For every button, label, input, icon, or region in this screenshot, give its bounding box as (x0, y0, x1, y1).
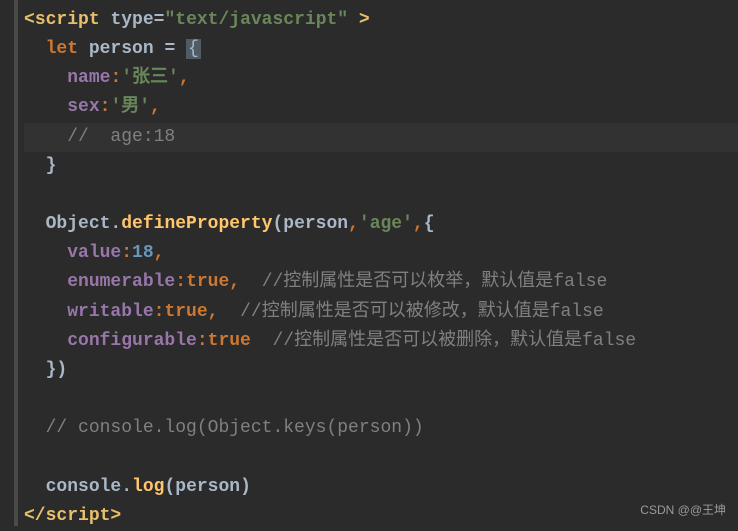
blank-line (24, 181, 738, 210)
watermark: CSDN @@王坤 (640, 501, 726, 520)
code-line: } (24, 152, 738, 181)
boolean: true (208, 331, 251, 351)
code-line: writable:true, //控制属性是否可以被修改，默认值是false (24, 298, 738, 327)
identifier: person (283, 214, 348, 234)
dot: . (121, 477, 132, 497)
comma: , (208, 302, 219, 322)
comma: , (179, 68, 190, 88)
comment: //控制属性是否可以被删除，默认值是false (272, 331, 636, 351)
cursor-highlight: { (186, 39, 201, 59)
paren: ) (240, 477, 251, 497)
colon: : (175, 272, 186, 292)
code-line: enumerable:true, //控制属性是否可以枚举，默认值是false (24, 268, 738, 297)
comment: //控制属性是否可以被修改，默认值是false (240, 302, 604, 322)
prop-key: configurable (67, 331, 197, 351)
comment: // console.log(Object.keys(person)) (46, 418, 424, 438)
comment: // age:18 (67, 127, 175, 147)
brace: { (424, 214, 435, 234)
prop-key: value (67, 243, 121, 263)
console-ident: console (46, 477, 122, 497)
method: defineProperty (121, 214, 272, 234)
code-editor: <script type="text/javascript" > let per… (14, 0, 738, 526)
comment: //控制属性是否可以枚举，默认值是false (262, 272, 608, 292)
string-val: 'age' (359, 214, 413, 234)
code-line: sex:'男', (24, 93, 738, 122)
brace: } (46, 360, 57, 380)
code-line: </script> (24, 502, 738, 531)
prop-key: writable (67, 302, 153, 322)
prop-key: sex (67, 97, 99, 117)
prop-key: name (67, 68, 110, 88)
code-line: }) (24, 356, 738, 385)
comma: , (154, 243, 165, 263)
comma: , (348, 214, 359, 234)
paren: ( (164, 477, 175, 497)
string-val: '张三' (121, 68, 179, 88)
boolean: true (186, 272, 229, 292)
number: 18 (132, 243, 154, 263)
code-line: Object.defineProperty(person,'age',{ (24, 210, 738, 239)
angle-bracket: > (110, 506, 121, 526)
equals: = (154, 10, 165, 30)
colon: : (121, 243, 132, 263)
colon: : (100, 97, 111, 117)
code-line-active: // age:18 (24, 123, 738, 152)
angle-bracket: < (24, 10, 35, 30)
tag-name: script (46, 506, 111, 526)
blank-line (24, 385, 738, 414)
comma: , (229, 272, 240, 292)
blank-line (24, 443, 738, 472)
angle-bracket: > (348, 10, 370, 30)
paren: ( (272, 214, 283, 234)
colon: : (110, 68, 121, 88)
method: log (132, 477, 164, 497)
identifier: person (89, 39, 154, 59)
identifier: person (175, 477, 240, 497)
object-ident: Object (46, 214, 111, 234)
assign: = (154, 39, 186, 59)
string-val: '男' (110, 97, 150, 117)
code-line: configurable:true //控制属性是否可以被删除，默认值是fals… (24, 327, 738, 356)
brace: } (46, 156, 57, 176)
keyword-let: let (46, 39, 78, 59)
angle-bracket: </ (24, 506, 46, 526)
dot: . (110, 214, 121, 234)
code-line: console.log(person) (24, 473, 738, 502)
code-line: <script type="text/javascript" > (24, 6, 738, 35)
code-line: let person = { (24, 35, 738, 64)
prop-key: enumerable (67, 272, 175, 292)
attr-name: type (110, 10, 153, 30)
code-line: name:'张三', (24, 64, 738, 93)
attr-value: "text/javascript" (164, 10, 348, 30)
code-line: // console.log(Object.keys(person)) (24, 414, 738, 443)
colon: : (154, 302, 165, 322)
colon: : (197, 331, 208, 351)
paren: ) (56, 360, 67, 380)
boolean: true (164, 302, 207, 322)
code-line: value:18, (24, 239, 738, 268)
comma: , (413, 214, 424, 234)
comma: , (150, 97, 161, 117)
tag-name: script (35, 10, 100, 30)
